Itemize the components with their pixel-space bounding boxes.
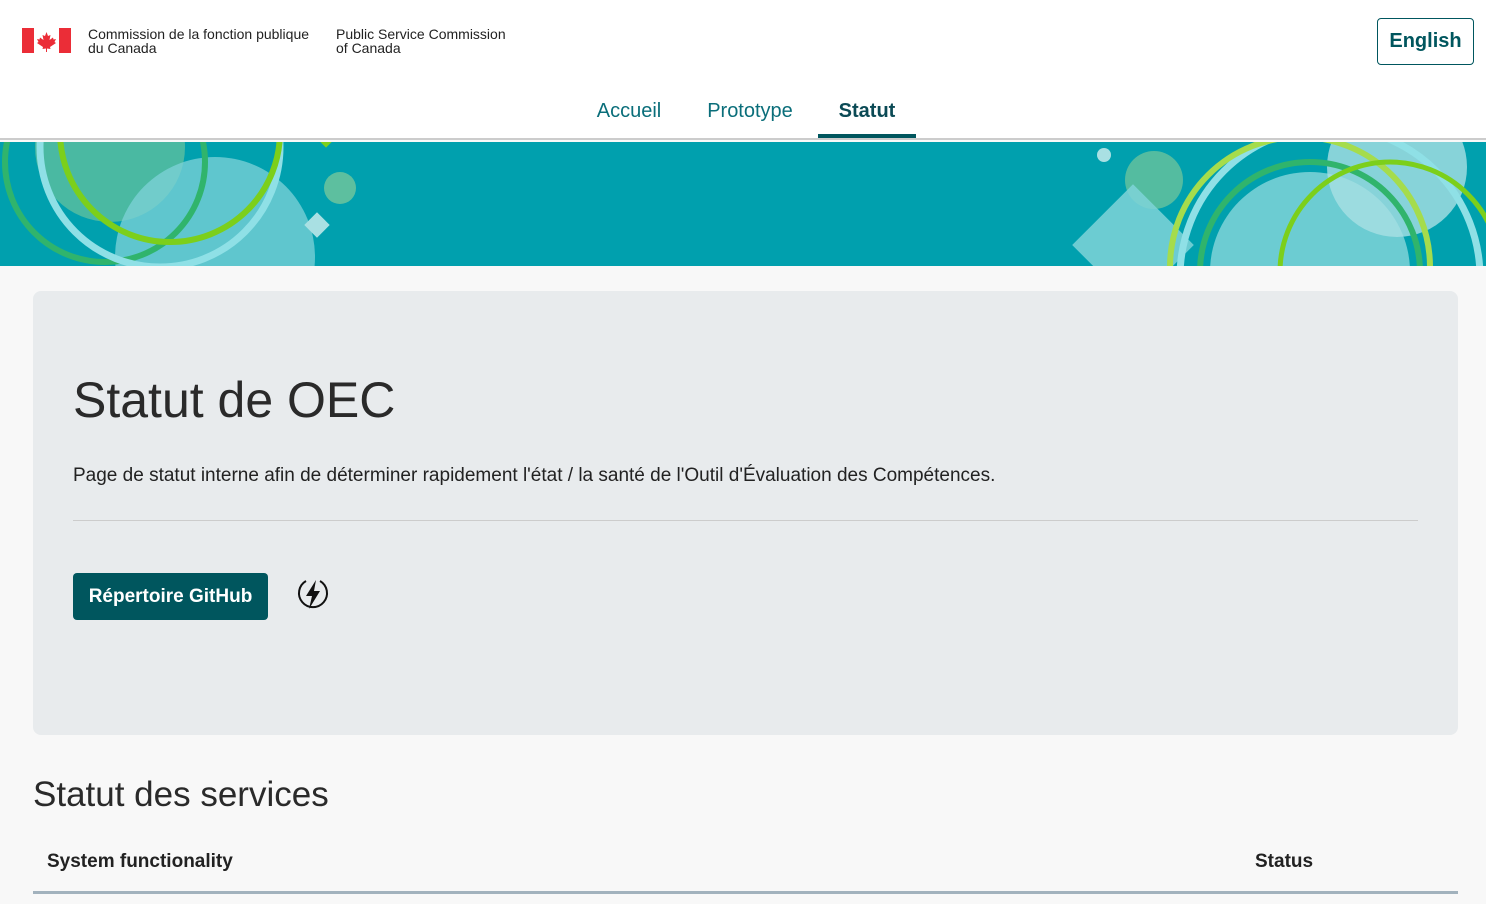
site-header: Commission de la fonction publique du Ca… [0,0,1486,140]
banner-shapes [2,142,1486,266]
nav-item-prototype[interactable]: Prototype [696,88,804,138]
org-fr-line2: du Canada [88,40,157,56]
org-en-line2: of Canada [336,40,401,56]
status-jumbotron: Statut de OEC Page de statut interne afi… [33,291,1458,735]
page-description: Page de statut interne afin de détermine… [73,465,996,486]
column-header-system-functionality: System functionality [47,851,233,872]
nav-item-statut[interactable]: Statut [818,88,916,138]
page-title: Statut de OEC [73,372,396,428]
lightning-bolt-icon[interactable] [295,576,331,612]
divider [73,520,1418,521]
github-repo-button[interactable]: Répertoire GitHub [73,573,268,620]
services-status-title: Statut des services [33,775,329,814]
language-toggle-button[interactable]: English [1377,18,1474,65]
column-header-status: Status [1255,851,1314,872]
decorative-banner [0,142,1486,266]
org-name-english: Public Service Commission of Canada [336,27,506,55]
org-name-french: Commission de la fonction publique du Ca… [88,27,309,55]
canada-flag-icon [22,28,71,53]
main-nav: Accueil Prototype Statut [0,88,1486,138]
nav-item-accueil[interactable]: Accueil [586,88,672,138]
services-table-header: System functionality Status [33,840,1458,894]
org-fr-line1: Commission de la fonction publique [88,26,310,42]
org-en-line1: Public Service Commission [336,26,506,42]
